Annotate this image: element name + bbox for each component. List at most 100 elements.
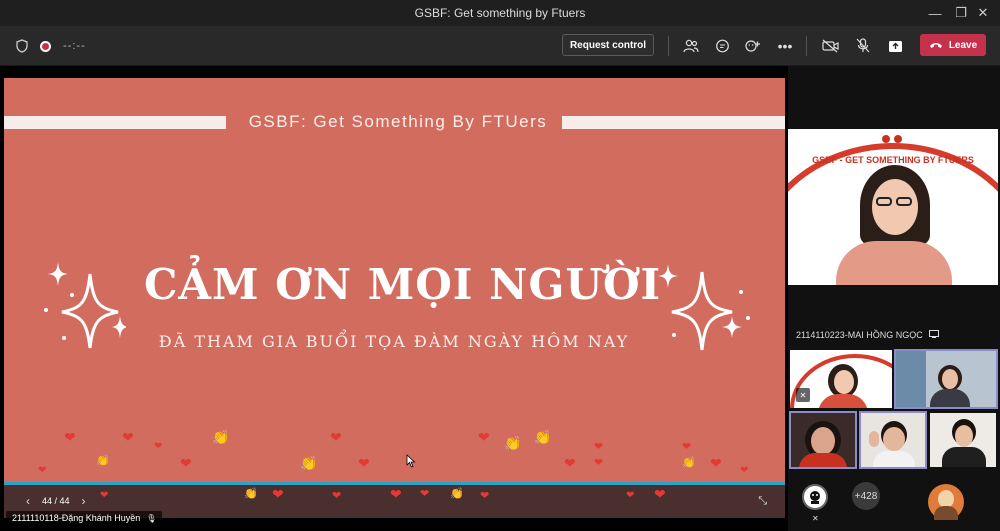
slide-pager: ‹ 44 / 44 › (26, 494, 86, 508)
shared-content-stage: GSBF: Get Something By FTUers CẢM ƠN MỌI… (0, 66, 788, 531)
participants-panel: GSBF - GET SOMETHING BY FTUERS 211411022… (788, 66, 1000, 531)
heart-reaction-icon: ❤ (390, 486, 402, 502)
heart-reaction-icon: ❤ (330, 429, 342, 445)
slide-decor-bar (4, 116, 226, 129)
participant-shirt (836, 241, 952, 285)
avatar[interactable] (928, 484, 964, 520)
share-icon[interactable] (884, 35, 906, 57)
mic-muted-icon: 🎙 (146, 513, 157, 523)
screen-share-icon (928, 330, 939, 338)
heart-reaction-icon: ❤ (358, 455, 370, 471)
window-title: GSBF: Get something by Ftuers (414, 6, 586, 20)
meeting-timer: --:-- (63, 40, 86, 52)
participant-face (811, 427, 835, 455)
participant-shirt (930, 389, 970, 407)
heart-reaction-icon: ❤ (682, 441, 692, 453)
heart-reaction-icon: ❤ (420, 488, 430, 500)
collapse-icon[interactable]: ⤡ (758, 495, 767, 508)
participant-video-tile[interactable]: ✕ (790, 350, 892, 408)
participant-video-tile[interactable] (894, 349, 998, 409)
clap-reaction-icon: 👏 (244, 488, 258, 500)
participant-face (872, 179, 918, 235)
participant-shirt (799, 453, 847, 467)
heart-reaction-icon: ❤ (100, 490, 109, 501)
heart-reaction-icon: ❤ (594, 457, 604, 469)
logo-icon (882, 135, 890, 143)
camera-off-icon[interactable] (820, 35, 842, 57)
heart-reaction-icon: ❤ (626, 490, 635, 501)
leave-button[interactable]: Leave (920, 34, 986, 56)
clap-reaction-icon: 👏 (504, 435, 522, 451)
request-control-button[interactable]: Request control (562, 34, 654, 56)
clap-reaction-icon: 👏 (450, 488, 464, 500)
participant-shirt (934, 506, 958, 520)
mic-muted-icon: ✕ (796, 388, 810, 402)
participant-shirt (873, 451, 915, 467)
decor-dot (672, 333, 676, 337)
phone-icon (929, 43, 942, 48)
more-participants-button[interactable]: +428 (852, 482, 880, 510)
heart-reaction-icon: ❤ (180, 455, 192, 471)
toolbar-divider (806, 36, 807, 56)
mic-muted-icon: ✕ (812, 514, 819, 523)
reactions-icon[interactable] (742, 35, 764, 57)
decor-dot (44, 308, 48, 312)
participant-shirt (942, 447, 986, 467)
clap-reaction-icon: 👏 (300, 455, 318, 471)
banner-title: GSBF - GET SOMETHING BY FTUERS (812, 155, 974, 165)
mic-off-icon[interactable] (852, 35, 874, 57)
slide-sub-text: ĐÃ THAM GIA BUỔI TỌA ĐÀM NGÀY HÔM NAY (158, 332, 630, 351)
heart-reaction-icon: ❤ (654, 486, 666, 502)
mouse-cursor-icon (406, 454, 416, 468)
title-bar: GSBF: Get something by Ftuers — ❐ ✕ (0, 0, 1000, 26)
avatar[interactable] (802, 484, 828, 510)
featured-video-tile[interactable]: GSBF - GET SOMETHING BY FTUERS (788, 129, 998, 285)
next-slide-icon[interactable]: › (82, 494, 86, 508)
glasses-icon (896, 197, 912, 206)
participant-video-tile[interactable] (789, 411, 857, 469)
toolbar-divider (668, 36, 669, 56)
heart-reaction-icon: ❤ (478, 429, 490, 445)
clap-reaction-icon: 👏 (682, 457, 696, 469)
heart-reaction-icon: ❤ (64, 429, 76, 445)
participants-icon[interactable] (680, 35, 702, 57)
participant-video-tile[interactable] (930, 413, 996, 467)
more-icon[interactable]: ••• (774, 35, 796, 57)
page-indicator: 44 / 44 (42, 496, 70, 506)
leave-label: Leave (948, 39, 978, 51)
sparkle-icon (48, 262, 126, 349)
presenter-label: 2111110118-Đặng Khánh Huyền 🎙 (6, 511, 163, 525)
chat-icon[interactable] (711, 35, 733, 57)
decor-dot (739, 290, 743, 294)
slide-main-text: CẢM ƠN MỌI NGƯỜI (144, 260, 662, 309)
decor-dot (62, 336, 66, 340)
decor-dot (746, 316, 750, 320)
heart-reaction-icon: ❤ (594, 441, 604, 453)
clap-reaction-icon: 👏 (212, 429, 230, 445)
heart-reaction-icon: ❤ (122, 429, 134, 445)
glasses-icon (876, 197, 892, 206)
heart-reaction-icon: ❤ (564, 455, 576, 471)
background-window (896, 351, 926, 407)
decor-dot (70, 293, 74, 297)
heart-reaction-icon: ❤ (740, 465, 749, 476)
heart-reaction-icon: ❤ (154, 441, 163, 452)
slide-decor-bar (562, 116, 785, 129)
heart-reaction-icon: ❤ (38, 465, 47, 476)
heart-reaction-icon: ❤ (480, 490, 490, 502)
heart-reaction-icon: ❤ (272, 486, 284, 502)
participant-video-tile[interactable] (859, 411, 927, 469)
participant-face (883, 427, 905, 451)
clap-reaction-icon: 👏 (534, 429, 552, 445)
presentation-slide: GSBF: Get Something By FTUers CẢM ƠN MỌI… (4, 78, 785, 482)
heart-reaction-icon: ❤ (332, 490, 342, 502)
record-icon (40, 40, 51, 52)
meeting-toolbar: --:-- Request control ••• Leave (0, 26, 1000, 66)
waving-hand (869, 431, 879, 447)
prev-slide-icon[interactable]: ‹ (26, 494, 30, 508)
participant-face (942, 369, 958, 389)
shield-icon (16, 39, 28, 53)
sparkle-icon (658, 264, 742, 351)
close-icon[interactable]: ✕ (966, 0, 1000, 26)
toolbar-left: --:-- (16, 26, 86, 66)
